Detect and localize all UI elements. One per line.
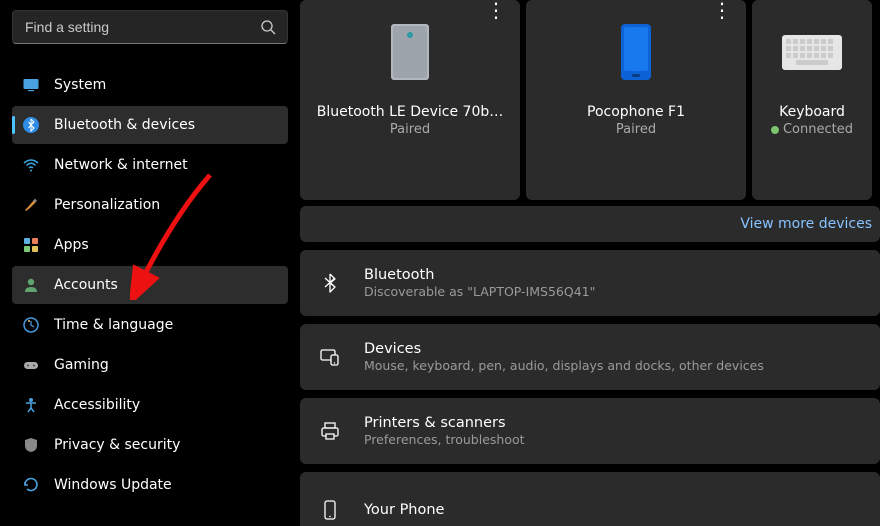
update-icon: [22, 476, 40, 494]
sidebar-item-label: Accounts: [54, 277, 118, 293]
gamepad-icon: [22, 356, 40, 374]
brush-icon: [22, 196, 40, 214]
clock-globe-icon: [22, 316, 40, 334]
sidebar-item-label: Accessibility: [54, 397, 140, 413]
device-status: Connected: [771, 122, 853, 137]
phone-icon: [318, 498, 342, 522]
row-title: Your Phone: [364, 502, 866, 518]
device-status: Paired: [390, 122, 430, 137]
monitor-icon: [22, 76, 40, 94]
sidebar-item-label: Network & internet: [54, 157, 188, 173]
printer-icon: [318, 419, 342, 443]
sidebar-item-label: Personalization: [54, 197, 160, 213]
row-bluetooth[interactable]: Bluetooth Discoverable as "LAPTOP-IMS56Q…: [300, 250, 880, 316]
wifi-icon: [22, 156, 40, 174]
device-card[interactable]: ⋮ Pocophone F1 Paired: [526, 0, 746, 200]
sidebar-item-gaming[interactable]: Gaming: [12, 346, 288, 384]
row-your-phone[interactable]: Your Phone: [300, 472, 880, 526]
device-name: Bluetooth LE Device 70b…: [317, 104, 504, 120]
row-devices[interactable]: Devices Mouse, keyboard, pen, audio, dis…: [300, 324, 880, 390]
sidebar-item-label: Apps: [54, 237, 89, 253]
search-icon: [260, 19, 276, 35]
row-printers[interactable]: Printers & scanners Preferences, trouble…: [300, 398, 880, 464]
sidebar-item-label: Bluetooth & devices: [54, 117, 195, 133]
sidebar-item-label: Windows Update: [54, 477, 172, 493]
view-more-devices-link[interactable]: View more devices: [300, 206, 880, 242]
row-title: Devices: [364, 341, 866, 357]
sidebar-item-privacy[interactable]: Privacy & security: [12, 426, 288, 464]
person-icon: [22, 276, 40, 294]
shield-icon: [22, 436, 40, 454]
sidebar-item-label: Gaming: [54, 357, 109, 373]
search-input[interactable]: [12, 10, 288, 44]
sidebar-item-system[interactable]: System: [12, 66, 288, 104]
sidebar-item-personalization[interactable]: Personalization: [12, 186, 288, 224]
sidebar-item-accounts[interactable]: Accounts: [12, 266, 288, 304]
sidebar-item-network[interactable]: Network & internet: [12, 146, 288, 184]
accessibility-icon: [22, 396, 40, 414]
device-card[interactable]: ⋮ Bluetooth LE Device 70b… Paired: [300, 0, 520, 200]
view-more-label: View more devices: [740, 216, 872, 232]
sidebar-item-time-language[interactable]: Time & language: [12, 306, 288, 344]
more-icon[interactable]: ⋮: [486, 0, 506, 20]
device-name: Keyboard: [779, 104, 845, 120]
sidebar-item-bluetooth-devices[interactable]: Bluetooth & devices: [12, 106, 288, 144]
device-name: Pocophone F1: [587, 104, 685, 120]
device-image: [782, 8, 842, 96]
more-icon[interactable]: ⋮: [712, 0, 732, 20]
row-subtitle: Preferences, troubleshoot: [364, 432, 866, 447]
devices-icon: [318, 345, 342, 369]
device-card[interactable]: Keyboard Connected: [752, 0, 872, 200]
device-image: [621, 8, 651, 96]
row-title: Bluetooth: [364, 267, 866, 283]
sidebar-item-windows-update[interactable]: Windows Update: [12, 466, 288, 504]
device-image: [391, 8, 429, 96]
device-status: Paired: [616, 122, 656, 137]
row-subtitle: Discoverable as "LAPTOP-IMS56Q41": [364, 284, 866, 299]
sidebar-item-apps[interactable]: Apps: [12, 226, 288, 264]
search-box[interactable]: [12, 10, 288, 44]
sidebar-item-label: System: [54, 77, 106, 93]
sidebar-item-accessibility[interactable]: Accessibility: [12, 386, 288, 424]
apps-icon: [22, 236, 40, 254]
row-subtitle: Mouse, keyboard, pen, audio, displays an…: [364, 358, 866, 373]
bluetooth-icon: [22, 116, 40, 134]
sidebar-item-label: Privacy & security: [54, 437, 180, 453]
sidebar-item-label: Time & language: [54, 317, 173, 333]
bluetooth-icon: [318, 271, 342, 295]
row-title: Printers & scanners: [364, 415, 866, 431]
